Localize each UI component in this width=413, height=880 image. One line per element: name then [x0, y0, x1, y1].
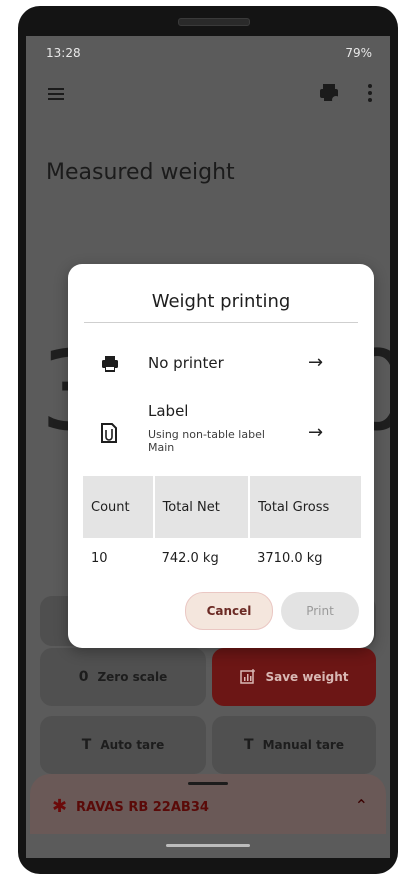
total-gross-cell: 3710.0 kg: [257, 550, 323, 566]
print-button[interactable]: Print: [281, 592, 359, 630]
menu-icon[interactable]: [46, 84, 66, 104]
auto-tare-button[interactable]: T Auto tare: [40, 716, 206, 774]
printer-icon: [102, 356, 118, 372]
gesture-navigation-bar[interactable]: [166, 844, 250, 847]
zero-scale-label: Zero scale: [97, 670, 168, 684]
count-cell: 10: [91, 550, 108, 566]
save-weight-label: Save weight: [265, 670, 349, 684]
status-icons: 79%: [345, 46, 372, 60]
auto-tare-label: Auto tare: [100, 738, 165, 752]
status-bar: 13:28 79%: [26, 36, 390, 66]
tare-icon: T: [81, 737, 92, 753]
battery-percent: 79%: [345, 46, 372, 60]
zero-icon: 0: [78, 669, 89, 685]
add-chart-icon: [240, 669, 256, 684]
printer-label: No printer: [148, 354, 224, 372]
status-time: 13:28: [46, 46, 81, 60]
attachment-file-icon: [101, 423, 117, 443]
column-header: Total Net: [153, 476, 251, 538]
manual-tare-button[interactable]: T Manual tare: [212, 716, 376, 774]
total-net-cell: 742.0 kg: [161, 550, 219, 566]
label-title: Label: [148, 402, 189, 420]
weight-summary-table: Count Total Net Total Gross 10 742.0 kg …: [83, 476, 361, 578]
table-row: 10 742.0 kg 3710.0 kg: [83, 538, 361, 578]
app-screen: 13:28 79% Measured weight 0 Zero scale S…: [26, 36, 390, 858]
table-header-row: Count Total Net Total Gross: [83, 476, 361, 538]
printer-icon[interactable]: [317, 81, 341, 105]
drag-handle[interactable]: [188, 782, 228, 785]
more-options-icon[interactable]: [360, 81, 380, 105]
label-subtitle: Using non-table label Main: [148, 428, 265, 454]
label-row[interactable]: Label Using non-table label Main →: [84, 400, 358, 470]
save-weight-button[interactable]: Save weight: [212, 648, 376, 706]
phone-frame: 13:28 79% Measured weight 0 Zero scale S…: [18, 6, 398, 874]
bluetooth-icon: ✱: [52, 796, 68, 817]
cancel-button[interactable]: Cancel: [185, 592, 273, 630]
printer-row[interactable]: No printer →: [84, 344, 358, 384]
weight-printing-dialog: Weight printing No printer → Label Using…: [68, 264, 374, 648]
top-app-bar: [26, 76, 390, 116]
tare-icon: T: [244, 737, 254, 753]
dialog-divider: [84, 322, 358, 323]
manual-tare-label: Manual tare: [262, 738, 344, 752]
zero-scale-button[interactable]: 0 Zero scale: [40, 648, 206, 706]
device-panel[interactable]: ✱ RAVAS RB 22AB34 ⌃: [30, 774, 386, 834]
device-name: RAVAS RB 22AB34: [76, 800, 209, 815]
arrow-right-icon: →: [308, 422, 324, 443]
dialog-title: Weight printing: [151, 291, 291, 312]
arrow-right-icon: →: [308, 352, 324, 373]
page-title: Measured weight: [46, 160, 235, 185]
chevron-up-icon[interactable]: ⌃: [355, 796, 368, 815]
column-header: Count: [83, 476, 155, 538]
speaker-grille: [178, 18, 250, 26]
column-header: Total Gross: [249, 476, 361, 538]
